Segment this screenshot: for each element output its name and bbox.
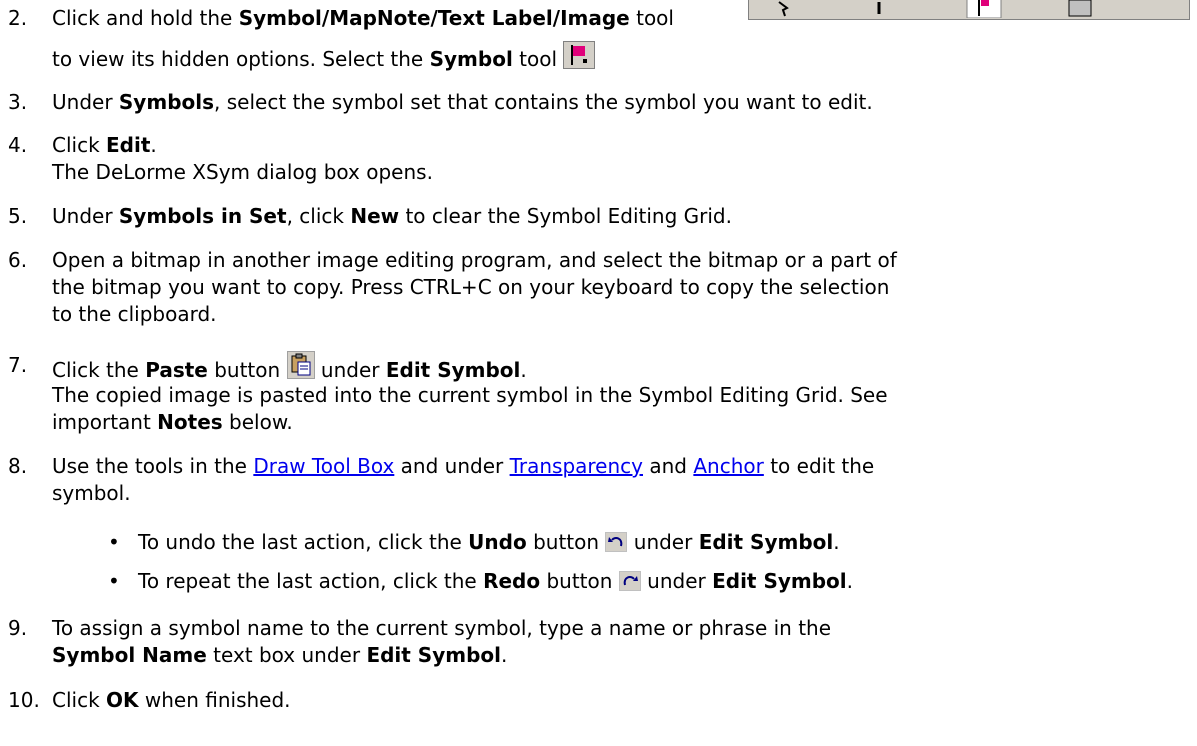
step-text: to view its hidden options. Select the S…: [52, 41, 596, 73]
step-number: 3.: [8, 90, 28, 114]
undo-icon: [605, 532, 628, 552]
redo-icon: [618, 571, 641, 591]
step-text: Symbol Name text box under Edit Symbol.: [52, 643, 508, 667]
bullet-dot: •: [108, 530, 120, 554]
step-number: 10.: [8, 688, 40, 712]
step-number: 7.: [8, 353, 28, 377]
anchor-link[interactable]: Anchor: [693, 454, 764, 478]
paste-icon: [286, 351, 315, 379]
step-number: 5.: [8, 204, 28, 228]
step-text: Under Symbols in Set, click New to clear…: [52, 204, 732, 228]
step-text: Click OK when finished.: [52, 688, 291, 712]
toolbar-tools-icon: [778, 0, 1092, 18]
step-text: The DeLorme XSym dialog box opens.: [52, 160, 433, 184]
step-number: 2.: [8, 6, 28, 30]
transparency-link[interactable]: Transparency: [510, 454, 643, 478]
symbol-flag-icon: [563, 41, 596, 69]
step-text: Under Symbols, select the symbol set tha…: [52, 90, 873, 114]
step-text: The copied image is pasted into the curr…: [52, 383, 888, 407]
step-number: 9.: [8, 616, 28, 640]
step-number: 4.: [8, 133, 28, 157]
step-text: Click Edit.: [52, 133, 157, 157]
bullet-text: To undo the last action, click the Undo …: [138, 530, 840, 554]
step-text: Click the Paste button under Edit Symbol…: [52, 351, 527, 384]
step-text: Click and hold the Symbol/MapNote/Text L…: [52, 6, 674, 30]
step-number: 6.: [8, 248, 28, 272]
step-text: the bitmap you want to copy. Press CTRL+…: [52, 275, 890, 299]
step-text: Open a bitmap in another image editing p…: [52, 248, 897, 272]
bullet-dot: •: [108, 569, 120, 593]
draw-tool-box-link[interactable]: Draw Tool Box: [253, 454, 394, 478]
step-text: To assign a symbol name to the current s…: [52, 616, 832, 640]
symbol-toolbar-strip: [748, 0, 1190, 20]
step-text: to the clipboard.: [52, 302, 217, 326]
bullet-text: To repeat the last action, click the Red…: [138, 569, 854, 593]
step-text: important Notes below.: [52, 410, 293, 434]
step-text: Use the tools in the Draw Tool Box and u…: [52, 454, 875, 478]
step-text: symbol.: [52, 481, 131, 505]
step-number: 8.: [8, 454, 28, 478]
